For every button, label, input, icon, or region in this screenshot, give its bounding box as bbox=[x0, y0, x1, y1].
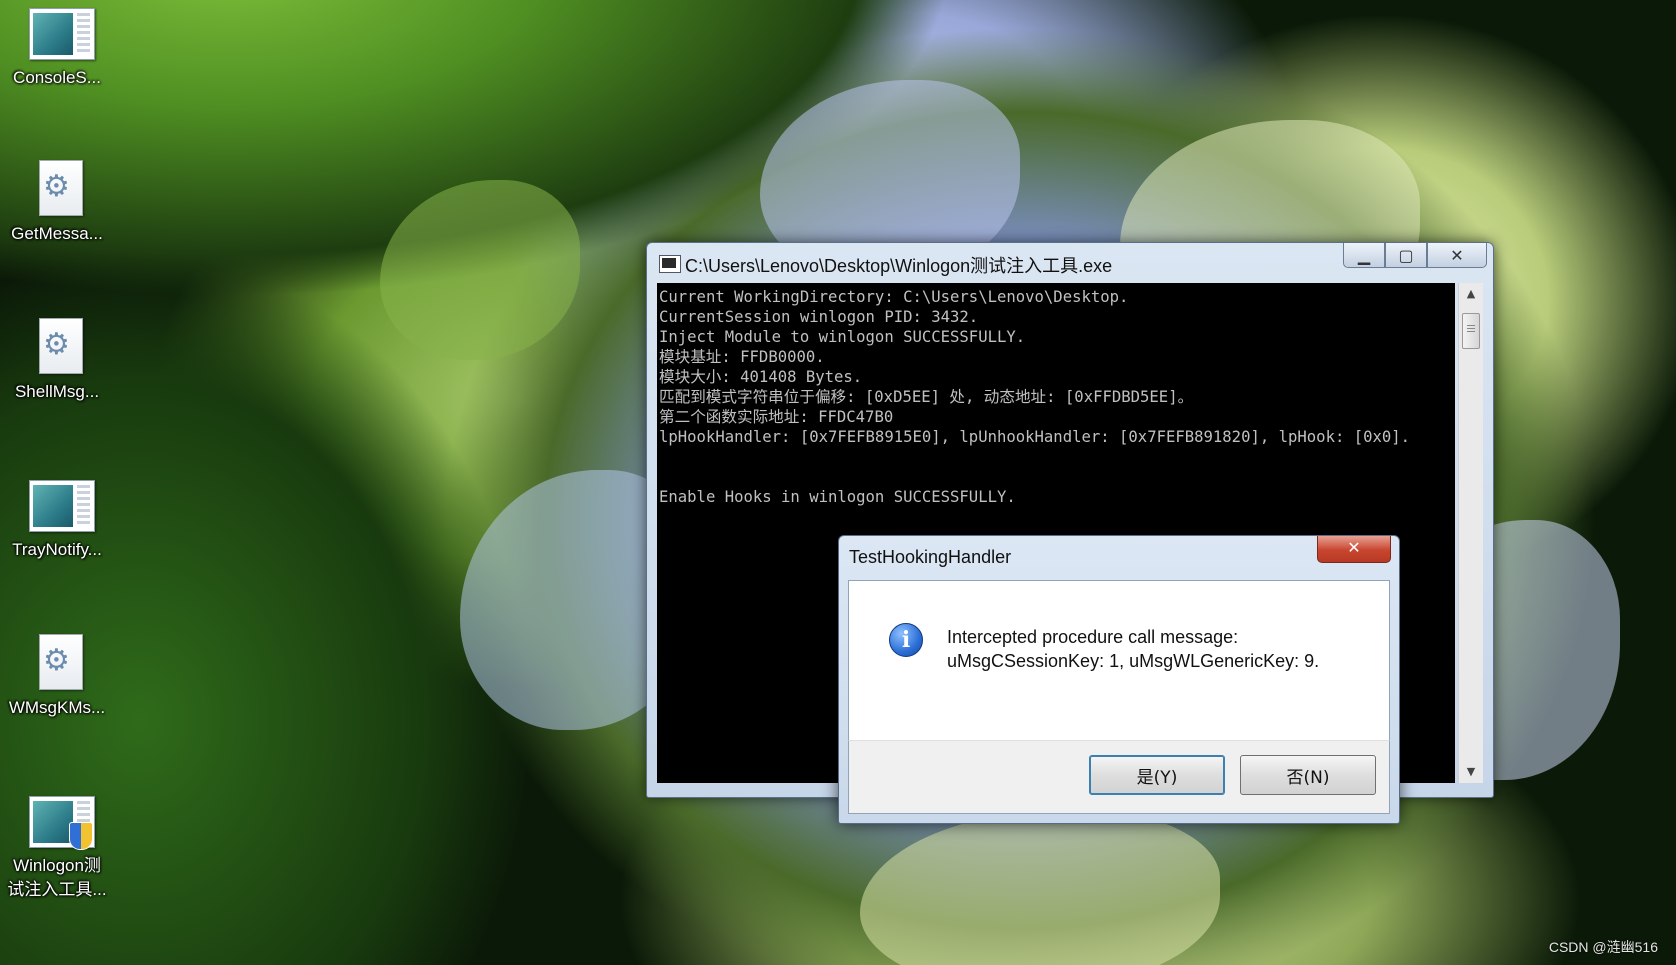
scroll-thumb[interactable] bbox=[1462, 313, 1480, 349]
dialog-body: i Intercepted procedure call message: uM… bbox=[848, 580, 1390, 741]
console-line: Enable Hooks in winlogon SUCCESSFULLY. bbox=[659, 488, 1016, 506]
wallpaper-petal bbox=[860, 810, 1220, 965]
maximize-button[interactable]: ▢ bbox=[1385, 243, 1427, 268]
message-box-dialog[interactable]: TestHookingHandler ✕ i Intercepted proce… bbox=[838, 535, 1400, 824]
no-button[interactable]: 否(N) bbox=[1240, 755, 1376, 795]
gear-document-icon bbox=[39, 634, 83, 690]
close-button[interactable]: ✕ bbox=[1427, 243, 1487, 268]
console-title: C:\Users\Lenovo\Desktop\Winlogon测试注入工具.e… bbox=[685, 256, 1113, 276]
scroll-down-arrow-icon[interactable]: ▼ bbox=[1459, 761, 1483, 783]
desktop-icon-wmsgkms[interactable]: WMsgKMs... bbox=[0, 634, 114, 719]
app-window-icon bbox=[29, 480, 95, 532]
dialog-title: TestHookingHandler bbox=[849, 547, 1012, 567]
uac-shield-icon bbox=[69, 822, 93, 850]
desktop-icon-consoles[interactable]: ConsoleS... bbox=[0, 4, 114, 89]
information-icon: i bbox=[889, 623, 923, 657]
console-titlebar[interactable]: C:\Users\Lenovo\Desktop\Winlogon测试注入工具.e… bbox=[647, 243, 1493, 279]
desktop-icon-label: ConsoleS... bbox=[13, 68, 101, 87]
dialog-message: Intercepted procedure call message: uMsg… bbox=[947, 625, 1319, 673]
desktop-icon-label: GetMessa... bbox=[11, 224, 103, 243]
desktop-icon-label: WMsgKMs... bbox=[8, 698, 106, 717]
wallpaper-petal bbox=[380, 180, 580, 360]
desktop-icon-shellmsg[interactable]: ShellMsg... bbox=[0, 318, 114, 403]
dialog-message-line1: Intercepted procedure call message: bbox=[947, 627, 1239, 647]
console-line: 模块基址: FFDB0000. bbox=[659, 348, 825, 366]
dialog-footer: 是(Y) 否(N) bbox=[848, 740, 1390, 814]
yes-button[interactable]: 是(Y) bbox=[1089, 755, 1225, 795]
console-scrollbar[interactable]: ▲ ▼ bbox=[1458, 283, 1483, 783]
console-line: 匹配到模式字符串位于偏移: [0xD5EE] 处, 动态地址: [0xFFDBD… bbox=[659, 388, 1194, 406]
caption-buttons: ▁ ▢ ✕ bbox=[1343, 243, 1487, 268]
gear-document-icon bbox=[39, 160, 83, 216]
csdn-watermark: CSDN @涟幽516 bbox=[1548, 939, 1658, 955]
desktop-icon-label-line1: Winlogon测 bbox=[13, 856, 101, 875]
desktop-icon-winlogon-tool[interactable]: Winlogon测 试注入工具... bbox=[0, 792, 114, 902]
console-line: 模块大小: 401408 Bytes. bbox=[659, 368, 863, 386]
dialog-close-button[interactable]: ✕ bbox=[1317, 536, 1391, 563]
desktop-icon-label-line2: 试注入工具... bbox=[7, 880, 107, 899]
minimize-button[interactable]: ▁ bbox=[1343, 243, 1385, 268]
gear-document-icon bbox=[39, 318, 83, 374]
desktop-icon-label: TrayNotify... bbox=[12, 540, 102, 559]
console-line: Current WorkingDirectory: C:\Users\Lenov… bbox=[659, 288, 1129, 306]
console-line: CurrentSession winlogon PID: 3432. bbox=[659, 308, 979, 326]
console-line: 第二个函数实际地址: FFDC47B0 bbox=[659, 408, 894, 426]
desktop-icon-getmessa[interactable]: GetMessa... bbox=[0, 160, 114, 245]
desktop-icon-label: Winlogon测 试注入工具... bbox=[0, 854, 114, 902]
desktop-icon-traynotify[interactable]: TrayNotify... bbox=[0, 476, 114, 561]
console-line: lpHookHandler: [0x7FEFB8915E0], lpUnhook… bbox=[659, 428, 1411, 446]
dialog-message-line2: uMsgCSessionKey: 1, uMsgWLGenericKey: 9. bbox=[947, 651, 1320, 671]
desktop-icon-label: ShellMsg... bbox=[14, 382, 100, 401]
app-window-icon bbox=[29, 8, 95, 60]
scroll-up-arrow-icon[interactable]: ▲ bbox=[1459, 283, 1483, 305]
console-line: Inject Module to winlogon SUCCESSFULLY. bbox=[659, 328, 1026, 346]
console-text: Current WorkingDirectory: C:\Users\Lenov… bbox=[657, 283, 1455, 507]
console-app-icon[interactable] bbox=[659, 255, 681, 273]
